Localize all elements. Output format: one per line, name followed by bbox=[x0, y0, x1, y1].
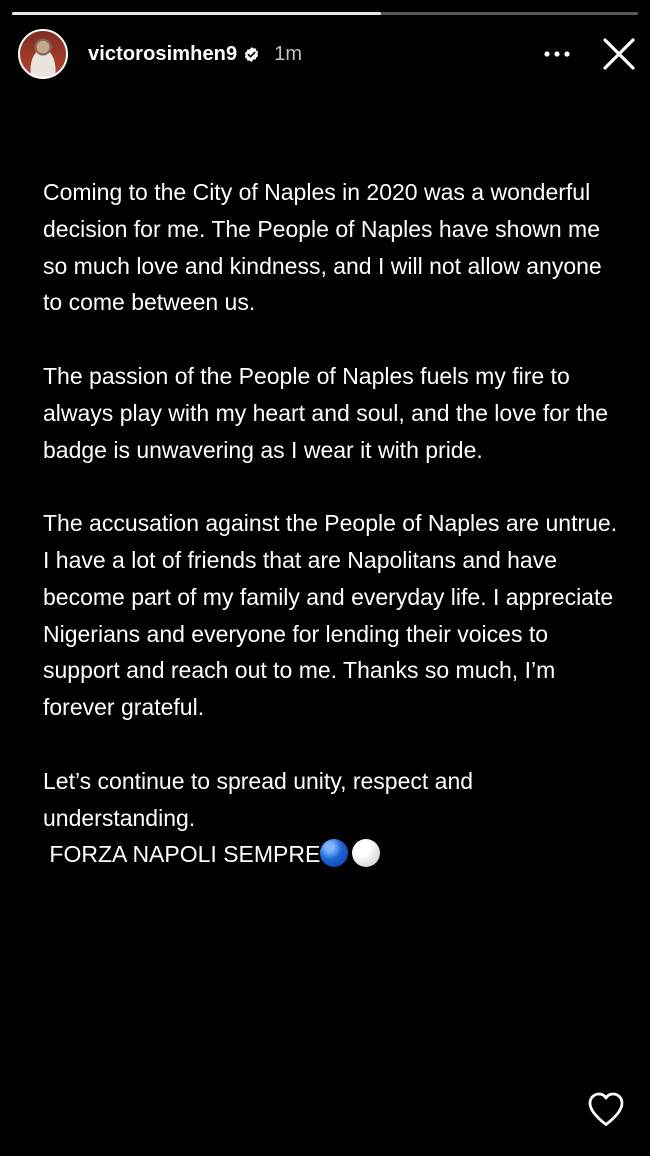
username[interactable]: victorosimhen9 bbox=[88, 43, 237, 66]
heart-icon bbox=[588, 1092, 624, 1126]
story-progress-bar bbox=[12, 12, 638, 15]
story-signoff: FORZA NAPOLI SEMPRE bbox=[43, 836, 618, 873]
blue-circle-emoji-icon bbox=[320, 839, 349, 868]
like-button[interactable] bbox=[586, 1090, 626, 1128]
story-paragraph: The accusation against the People of Nap… bbox=[43, 510, 624, 721]
more-options-button[interactable] bbox=[542, 39, 572, 69]
white-circle-emoji-icon bbox=[352, 839, 381, 868]
avatar[interactable] bbox=[18, 29, 68, 79]
story-paragraph: Coming to the City of Naples in 2020 was… bbox=[43, 179, 609, 316]
story-progress-fill bbox=[12, 12, 382, 15]
signoff-text: FORZA NAPOLI SEMPRE bbox=[43, 841, 321, 868]
story-closing-line: Let’s continue to spread unity, respect … bbox=[43, 767, 480, 831]
verified-badge-icon bbox=[245, 46, 259, 62]
story-header: victorosimhen9 1m bbox=[18, 28, 636, 80]
close-icon bbox=[603, 38, 635, 70]
more-horizontal-icon bbox=[544, 51, 570, 57]
story-timestamp: 1m bbox=[274, 42, 303, 65]
story-paragraph: The passion of the People of Naples fuel… bbox=[43, 362, 615, 463]
story-text-content: Coming to the City of Naples in 2020 was… bbox=[43, 174, 618, 873]
close-button[interactable] bbox=[602, 37, 636, 71]
